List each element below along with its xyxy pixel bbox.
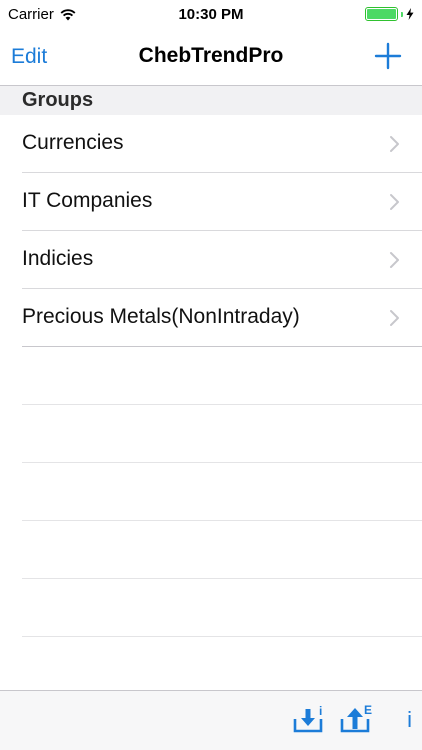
section-header: Groups [0, 86, 422, 115]
import-download-icon: i [293, 704, 322, 733]
bottom-toolbar: i E i [0, 690, 422, 750]
chevron-right-icon [390, 252, 399, 268]
export-badge: E [364, 703, 372, 717]
info-button[interactable]: i [407, 707, 412, 733]
status-right [365, 7, 414, 21]
import-button[interactable]: i [293, 704, 329, 740]
list-item-it-companies[interactable]: IT Companies [0, 173, 422, 231]
list-item-indicies[interactable]: Indicies [0, 231, 422, 289]
import-badge: i [319, 705, 322, 718]
empty-row [0, 579, 422, 637]
export-button[interactable]: E [340, 703, 376, 740]
empty-row [0, 637, 422, 695]
chevron-right-icon [390, 194, 399, 210]
list-item-label: IT Companies [22, 189, 153, 212]
list-item-precious-metals[interactable]: Precious Metals(NonIntraday) [0, 289, 422, 347]
charging-bolt-icon [406, 8, 414, 20]
status-time: 10:30 PM [178, 6, 244, 23]
list-item-label: Indicies [22, 247, 94, 270]
battery-tip [401, 11, 403, 17]
battery-icon [365, 7, 398, 21]
empty-row [0, 405, 422, 463]
navigation-bar: Edit ChebTrendPro [0, 30, 422, 86]
status-bar: Carrier 10:30 PM [0, 0, 422, 30]
empty-row [0, 463, 422, 521]
chevron-right-icon [390, 136, 399, 152]
plus-icon[interactable] [374, 42, 402, 70]
section-title: Groups [22, 89, 94, 111]
list-item-currencies[interactable]: Currencies [0, 115, 422, 173]
page-title: ChebTrendPro [138, 44, 284, 67]
chevron-right-icon [390, 310, 399, 326]
groups-list: Currencies IT Companies Indicies Preciou… [0, 115, 422, 695]
list-item-label: Currencies [22, 131, 124, 154]
list-item-label: Precious Metals(NonIntraday) [22, 305, 300, 328]
empty-row [0, 347, 422, 405]
export-upload-icon: E [340, 703, 372, 733]
empty-row [0, 521, 422, 579]
